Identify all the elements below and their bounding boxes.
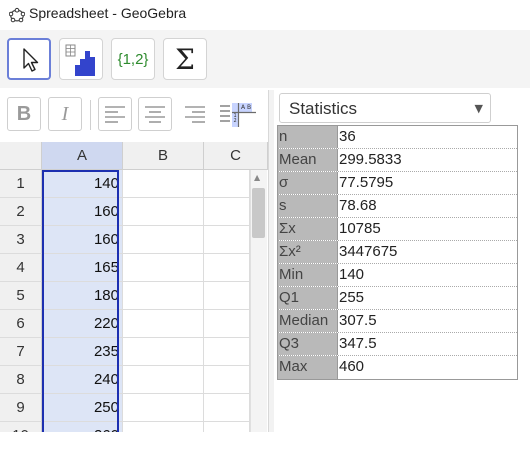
- cell-b[interactable]: [123, 310, 204, 338]
- row-header[interactable]: 2: [0, 198, 42, 226]
- statistics-row: Σx 10785: [278, 218, 517, 241]
- column-header-a[interactable]: A: [42, 142, 123, 170]
- main-toolbar: {1,2} Σ: [0, 30, 530, 88]
- table-grid-icon: A B 1 2: [218, 103, 258, 135]
- row-header[interactable]: 5: [0, 282, 42, 310]
- statistics-dropdown-value: Statistics: [289, 99, 358, 118]
- row-header[interactable]: 4: [0, 254, 42, 282]
- bold-label: B: [16, 102, 32, 125]
- scroll-up-icon[interactable]: ▲: [254, 173, 260, 182]
- statistic-value: 307.5: [337, 310, 517, 332]
- geogebra-logo-icon: [8, 7, 26, 27]
- statistics-row: Q3 347.5: [278, 333, 517, 356]
- statistics-row: σ 77.5795: [278, 172, 517, 195]
- italic-button[interactable]: I: [48, 97, 82, 131]
- style-toolbar: B I A B 1 2: [0, 90, 268, 142]
- title-bar: Spreadsheet - GeoGebra: [0, 0, 530, 30]
- statistics-row: Mean 299.5833: [278, 149, 517, 172]
- row-header[interactable]: 6: [0, 310, 42, 338]
- move-tool-button[interactable]: [7, 38, 51, 80]
- window-title: Spreadsheet - GeoGebra: [29, 5, 187, 21]
- sum-tool-label: Σ: [175, 42, 195, 76]
- chevron-down-icon: ▼: [474, 102, 483, 115]
- spreadsheet-grid[interactable]: A B C 1 140 2 160 3 160 4 165 5 180 6 220 7 235 8 240 9 2…: [0, 142, 268, 450]
- cell-c[interactable]: [204, 170, 250, 198]
- svg-text:B: B: [247, 104, 251, 111]
- align-center-icon: [139, 106, 171, 134]
- bold-button[interactable]: B: [7, 97, 41, 131]
- statistic-name: n: [278, 126, 337, 148]
- statistics-row: Median 307.5: [278, 310, 517, 333]
- align-left-button[interactable]: [98, 97, 132, 131]
- statistic-value: 78.68: [337, 195, 517, 217]
- row-header[interactable]: 3: [0, 226, 42, 254]
- statistics-row: Σx² 3447675: [278, 241, 517, 264]
- align-center-button[interactable]: [138, 97, 172, 131]
- one-variable-analysis-button[interactable]: [59, 38, 103, 80]
- column-header-b[interactable]: B: [123, 142, 204, 170]
- statistic-name: s: [278, 195, 337, 217]
- row-header[interactable]: 1: [0, 170, 42, 198]
- statistic-value: 299.5833: [337, 149, 517, 171]
- cell-c[interactable]: [204, 310, 250, 338]
- statistic-name: Max: [278, 356, 337, 379]
- statistic-name: σ: [278, 172, 337, 194]
- cell-b[interactable]: [123, 366, 204, 394]
- selection-outline: [42, 170, 119, 432]
- statistic-name: Q1: [278, 287, 337, 309]
- cell-b[interactable]: [123, 198, 204, 226]
- statistic-name: Min: [278, 264, 337, 286]
- statistic-name: Median: [278, 310, 337, 332]
- cell-c[interactable]: [204, 198, 250, 226]
- cell-b[interactable]: [123, 282, 204, 310]
- create-list-label: {1,2}: [117, 50, 149, 68]
- row-header[interactable]: 9: [0, 394, 42, 422]
- statistic-name: Q3: [278, 333, 337, 355]
- row-header[interactable]: 8: [0, 366, 42, 394]
- cell-format-button[interactable]: A B 1 2: [218, 97, 258, 131]
- italic-label: I: [61, 102, 69, 125]
- cell-b[interactable]: [123, 226, 204, 254]
- cell-c[interactable]: [204, 226, 250, 254]
- align-right-icon: [179, 106, 211, 134]
- cell-b[interactable]: [123, 254, 204, 282]
- statistic-value: 3447675: [337, 241, 517, 263]
- cell-c[interactable]: [204, 254, 250, 282]
- statistics-row: n 36: [278, 126, 517, 149]
- corner-header[interactable]: [0, 142, 42, 170]
- row-header[interactable]: 7: [0, 338, 42, 366]
- cell-c[interactable]: [204, 282, 250, 310]
- statistic-value: 10785: [337, 218, 517, 240]
- create-list-button[interactable]: {1,2}: [111, 38, 155, 80]
- bottom-strip: [0, 432, 530, 451]
- toolbar-divider: [90, 100, 91, 130]
- statistic-value: 140: [337, 264, 517, 286]
- statistic-value: 77.5795: [337, 172, 517, 194]
- statistics-row: s 78.68: [278, 195, 517, 218]
- svg-text:2: 2: [234, 118, 237, 124]
- statistic-value: 255: [337, 287, 517, 309]
- statistic-value: 347.5: [337, 333, 517, 355]
- statistics-table: n 36 Mean 299.5833 σ 77.5795 s 78.68 Σx 10785 Σx² 3…: [277, 125, 518, 380]
- statistic-name: Σx²: [278, 241, 337, 263]
- statistic-value: 36: [337, 126, 517, 148]
- align-left-icon: [99, 106, 131, 134]
- cell-b[interactable]: [123, 394, 204, 422]
- align-right-button[interactable]: [178, 97, 212, 131]
- cell-c[interactable]: [204, 366, 250, 394]
- statistics-row: Q1 255: [278, 287, 517, 310]
- scrollbar-thumb[interactable]: [252, 188, 265, 238]
- statistics-dropdown[interactable]: Statistics ▼: [279, 93, 491, 123]
- column-header-c[interactable]: C: [204, 142, 268, 170]
- statistic-name: Σx: [278, 218, 337, 240]
- sum-tool-button[interactable]: Σ: [163, 38, 207, 80]
- statistic-value: 460: [337, 356, 517, 379]
- cell-c[interactable]: [204, 338, 250, 366]
- cell-c[interactable]: [204, 394, 250, 422]
- statistic-name: Mean: [278, 149, 337, 171]
- statistics-row: Min 140: [278, 264, 517, 287]
- cell-b[interactable]: [123, 338, 204, 366]
- cell-b[interactable]: [123, 170, 204, 198]
- statistics-row: Max 460: [278, 356, 517, 379]
